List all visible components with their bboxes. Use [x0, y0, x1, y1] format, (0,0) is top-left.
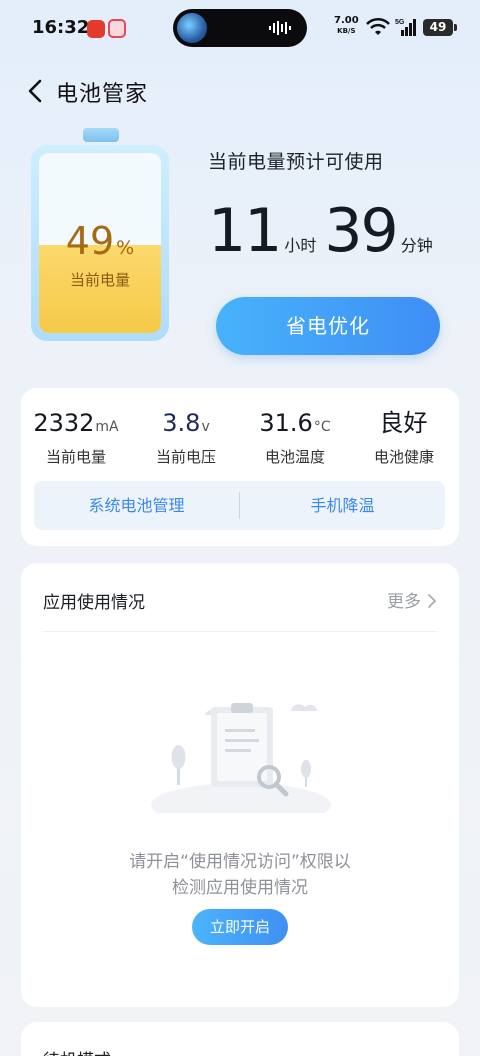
net-speed-unit: KB/S: [337, 27, 356, 35]
usage-permission-hint: 请开启“使用情况访问”权限以 检测应用使用情况: [21, 849, 459, 901]
stat-voltage-value: 3.8: [162, 409, 201, 437]
stat-temperature-unit: °C: [313, 419, 331, 435]
stat-voltage: 3.8v 当前电压: [131, 408, 241, 467]
estimate-minutes: 39: [324, 196, 398, 266]
usage-permission-hint-line2: 检测应用使用情况: [172, 878, 308, 898]
battery-label: 当前电量: [69, 271, 130, 289]
music-cover-icon: [177, 13, 207, 43]
stat-health-value: 良好: [379, 409, 428, 437]
quick-links-bar: 系统电池管理 手机降温: [34, 481, 445, 530]
chevron-right-icon: [428, 594, 437, 608]
stat-voltage-unit: v: [201, 419, 210, 435]
back-arrow-icon[interactable]: [26, 78, 46, 104]
stat-current-value: 2332: [33, 409, 95, 437]
stat-current: 2332mA 当前电量: [21, 408, 131, 467]
system-battery-management-link[interactable]: 系统电池管理: [34, 481, 239, 530]
status-bar: 16:32 7.00 KB/S 5G 49: [0, 0, 480, 56]
battery-percent-value: 49: [65, 219, 115, 263]
sound-wave-icon: [269, 21, 291, 35]
stat-current-label: 当前电量: [45, 448, 106, 466]
estimate-hours-unit: 小时: [284, 236, 317, 255]
standby-mode-card[interactable]: 待机模式: [21, 1022, 459, 1056]
app-notification-icon: [87, 20, 105, 38]
net-speed-value: 7.00: [334, 15, 359, 26]
page-title: 电池管家: [56, 82, 149, 107]
cellular-signal-icon: 5G: [395, 19, 416, 36]
dynamic-island[interactable]: [173, 9, 307, 47]
standby-mode-title: 待机模式: [43, 1046, 111, 1056]
estimate-time: 11 小时 39 分钟: [208, 196, 441, 266]
estimate-hours: 11: [208, 196, 282, 266]
stat-temperature: 31.6°C 电池温度: [240, 408, 350, 467]
battery-stats-card: 2332mA 当前电量 3.8v 当前电压 31.6°C 电池温度 良好 电池健…: [21, 388, 459, 546]
usage-divider: [43, 631, 437, 632]
phone-cooling-link[interactable]: 手机降温: [240, 481, 445, 530]
enable-now-button[interactable]: 立即开启: [192, 909, 288, 945]
wifi-icon: [366, 17, 390, 35]
more-link[interactable]: 更多: [387, 587, 437, 612]
app-notification-icon-2: [108, 19, 126, 38]
stat-voltage-label: 当前电压: [155, 448, 216, 466]
estimate-label: 当前电量预计可使用: [208, 151, 384, 173]
power-saving-optimize-button[interactable]: 省电优化: [216, 297, 440, 355]
empty-clipboard-illustration-icon: [151, 703, 331, 813]
battery-percent-unit: %: [116, 237, 135, 259]
battery-percent: 49%: [39, 221, 161, 268]
stat-current-unit: mA: [95, 419, 119, 435]
app-usage-title: 应用使用情况: [43, 593, 145, 613]
estimate-minutes-unit: 分钟: [400, 236, 433, 255]
net-speed: 7.00 KB/S: [334, 16, 359, 36]
app-usage-card: 应用使用情况 更多 请开启“使用情况访问”权限以 检测应用使用情况 立即开启: [21, 563, 459, 1007]
usage-permission-hint-line1: 请开启“使用情况访问”权限以: [129, 852, 351, 872]
stat-health-label: 电池健康: [373, 448, 434, 466]
stat-health: 良好 电池健康: [349, 408, 459, 467]
battery-body: 49% 当前电量: [31, 145, 169, 341]
battery-graphic: 49% 当前电量: [31, 128, 169, 342]
network-type-label: 5G: [395, 19, 405, 26]
stat-temperature-label: 电池温度: [264, 448, 325, 466]
stat-temperature-value: 31.6: [259, 409, 313, 437]
more-label: 更多: [387, 592, 421, 612]
status-time: 16:32: [32, 17, 90, 38]
battery-cap: [83, 128, 119, 142]
status-battery-icon: 49: [423, 19, 457, 36]
